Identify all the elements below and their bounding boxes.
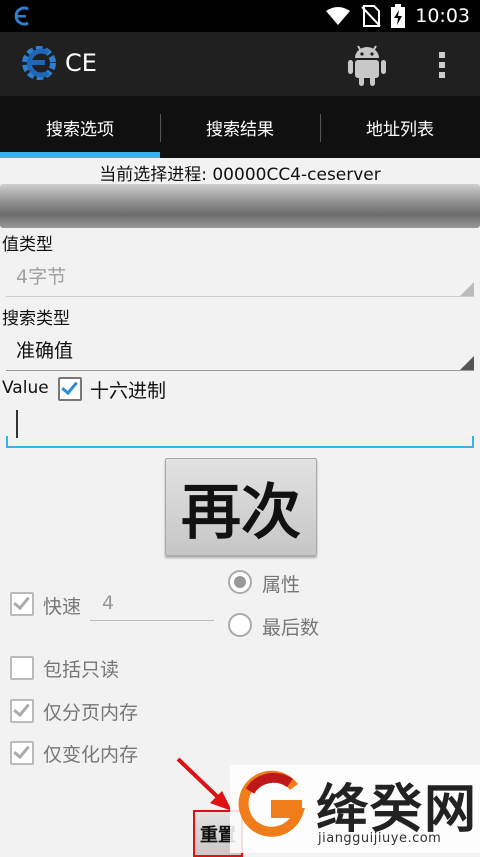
watermark-url: jiangguijiuye.com (318, 831, 442, 846)
tab-bar: 搜索选项 搜索结果 地址列表 (0, 96, 480, 158)
value-type-selected: 4字节 (16, 266, 67, 288)
include-readonly-label: 包括只读 (43, 659, 120, 681)
no-sim-icon (361, 5, 381, 27)
action-bar: CE (0, 32, 480, 96)
paged-memory-only-checkbox[interactable] (10, 699, 34, 723)
dropdown-arrow-icon (460, 356, 474, 370)
value-type-label: 值类型 (2, 235, 53, 255)
search-type-label: 搜索类型 (2, 309, 70, 329)
radio-last-digits[interactable] (228, 613, 252, 637)
value-label: Value (2, 378, 49, 398)
wifi-icon (326, 7, 351, 25)
changed-memory-only-label: 仅变化内存 (43, 744, 139, 766)
tab-search-results[interactable]: 搜索结果 (160, 96, 320, 158)
dropdown-arrow-icon (460, 282, 474, 296)
paged-memory-only-label: 仅分页内存 (43, 702, 139, 724)
current-process-label: 当前选择进程: 00000CC4-ceserver (99, 165, 381, 185)
process-select-button[interactable] (0, 184, 480, 228)
clock: 10:03 (415, 5, 470, 27)
watermark: 绛癸网 jiangguijiuye.com (230, 765, 480, 853)
radio-last-digits-label: 最后数 (262, 617, 320, 639)
cheat-engine-logo-icon[interactable] (18, 42, 60, 84)
value-input[interactable] (6, 404, 474, 448)
text-cursor (16, 410, 18, 438)
search-type-selected: 准确值 (16, 340, 74, 362)
value-type-dropdown[interactable]: 4字节 (6, 256, 474, 297)
tab-address-list[interactable]: 地址列表 (320, 96, 480, 158)
next-scan-button[interactable]: 再次 (165, 458, 317, 556)
watermark-logo-icon (238, 770, 306, 837)
search-type-dropdown[interactable]: 准确值 (6, 330, 474, 371)
status-bar: 10:03 (0, 0, 480, 32)
radio-attribute-label: 属性 (262, 574, 301, 596)
changed-memory-only-checkbox[interactable] (10, 741, 34, 765)
hex-label: 十六进制 (90, 380, 167, 402)
fast-scan-alignment-input[interactable]: 4 (90, 588, 214, 621)
cheat-engine-notification-icon (14, 6, 29, 26)
tab-search-options[interactable]: 搜索选项 (0, 96, 160, 158)
fast-scan-alignment-value: 4 (102, 592, 115, 614)
fast-scan-checkbox[interactable] (10, 592, 34, 616)
hex-checkbox[interactable] (58, 377, 82, 401)
include-readonly-checkbox[interactable] (10, 656, 34, 680)
radio-attribute[interactable] (228, 570, 252, 594)
fast-scan-label: 快速 (43, 596, 82, 618)
battery-charging-icon (391, 4, 406, 28)
app-title: CE (65, 49, 97, 77)
android-icon[interactable] (346, 42, 388, 88)
overflow-menu-icon[interactable] (432, 50, 452, 80)
